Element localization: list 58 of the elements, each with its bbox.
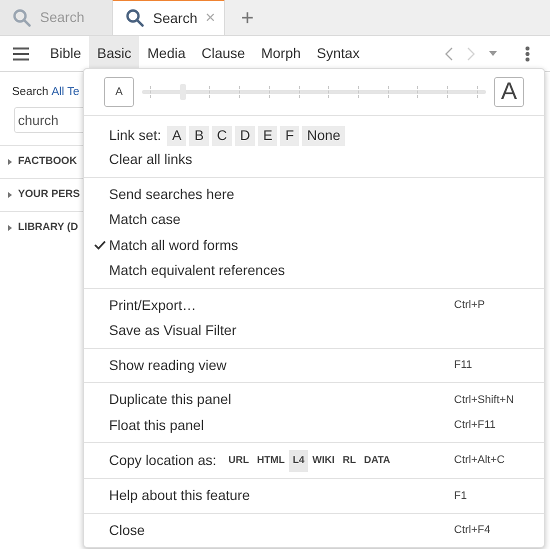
section-header[interactable]: YOUR PERS [18,187,80,204]
search-label: Search [12,85,48,100]
search-icon [12,8,32,28]
menu-icon[interactable] [13,46,29,60]
expand-icon[interactable] [8,192,12,198]
menu-item[interactable]: Clear all links [109,149,192,170]
link-set-option[interactable]: None [302,126,346,146]
link-set-label: Link set: [109,126,162,145]
link-set-option[interactable]: F [280,126,299,146]
link-set-option[interactable]: A [167,126,186,146]
shortcut-text: Ctrl+P [454,298,486,313]
new-tab-button[interactable]: + [225,0,270,35]
link-set-option[interactable]: B [189,126,209,146]
tab[interactable]: Search × [112,0,225,35]
format-option[interactable]: L4 [288,450,308,472]
format-option[interactable]: DATA [360,450,394,472]
link-set-option[interactable]: D [234,126,256,146]
format-option[interactable]: WIKI [308,450,339,472]
menu-item[interactable]: Show reading view [109,354,227,376]
format-option[interactable]: RL [338,450,360,472]
link-set-option[interactable]: C [212,126,232,146]
search-icon [125,8,145,28]
section-header[interactable]: LIBRARY (D [18,220,78,236]
shortcut-text: Ctrl+Shift+N [454,392,515,408]
toolbar-tab[interactable]: Media [139,36,194,72]
menu-item[interactable]: Print/Export… [109,294,196,316]
menu-item[interactable]: Help about this feature [109,485,250,506]
section-header[interactable]: FACTBOOK [18,154,77,170]
search-field[interactable]: church [14,107,83,134]
link-set-option[interactable]: E [258,126,278,146]
shortcut-text: Ctrl+Alt+C [454,453,506,468]
menu-item[interactable]: Save as Visual Filter [109,320,236,342]
expand-icon[interactable] [8,159,12,166]
format-option[interactable]: HTML [252,450,289,472]
shortcut-text: Ctrl+F11 [454,418,497,433]
menu-item[interactable]: Match all word forms [109,234,238,256]
large-text-button[interactable]: A [494,77,524,107]
toolbar-tab[interactable]: Syntax [308,36,368,72]
toolbar-tab[interactable]: Clause [194,36,254,72]
shortcut-text: Ctrl+F4 [454,523,492,538]
menu-item[interactable]: Match equivalent references [109,260,285,282]
menu-item[interactable]: Duplicate this panel [109,389,232,410]
more-icon[interactable] [525,46,530,62]
menu-item[interactable]: Float this panel [109,414,204,436]
format-option[interactable]: URL [224,450,253,472]
menu-item[interactable]: Send searches here [109,184,234,205]
shortcut-text: F11 [454,358,474,373]
menu-item[interactable]: Match case [109,209,181,230]
copy-location-label: Copy location as: [109,451,216,470]
shortcut-text: F1 [454,488,468,504]
scope-link[interactable]: All Te [51,84,80,102]
caret-icon[interactable] [489,51,497,56]
back-icon[interactable] [445,46,453,60]
toolbar-tab[interactable]: Bible [42,36,90,72]
expand-icon[interactable] [8,225,12,232]
menu-item[interactable]: Close [109,520,145,541]
toolbar-tab[interactable]: Morph [253,36,309,72]
small-text-button[interactable]: A [104,77,134,107]
